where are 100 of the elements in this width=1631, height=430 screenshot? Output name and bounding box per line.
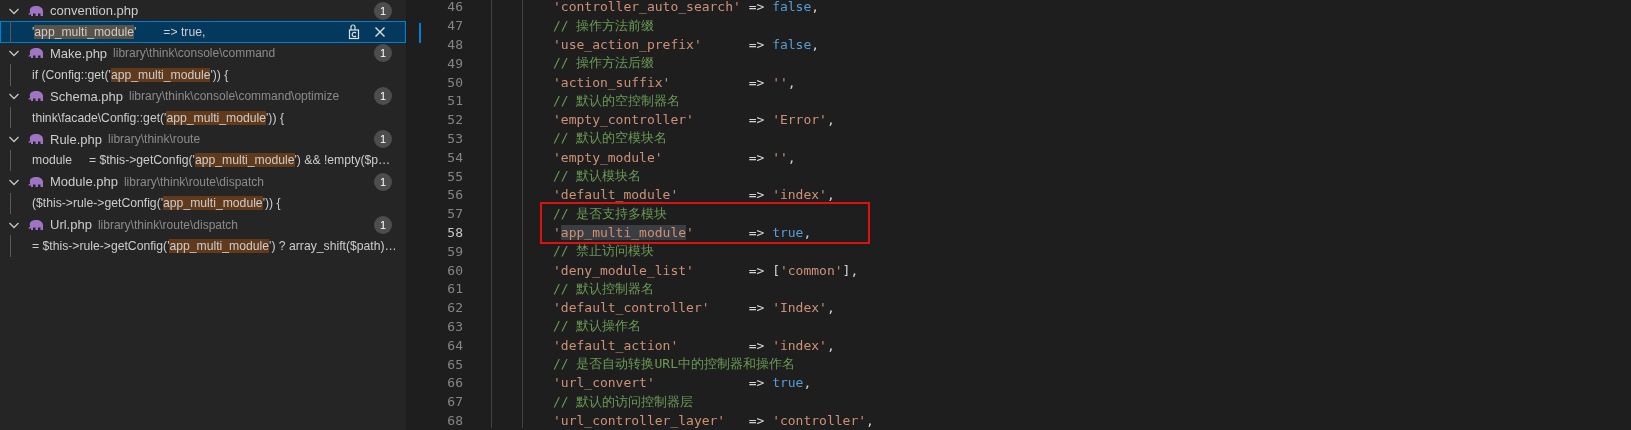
code-comment: // 禁止访问模块: [553, 242, 655, 261]
line-number: 50: [446, 74, 463, 90]
code-token: app_multi_module: [560, 224, 687, 240]
code-token: ,: [787, 74, 796, 90]
match-count-badge: 1: [374, 130, 392, 149]
code-token: =>: [748, 300, 765, 316]
line-number: 63: [446, 318, 463, 334]
line-number: 47: [446, 18, 463, 34]
code-comment: // 是否自动转换URL中的控制器和操作名: [553, 355, 795, 374]
code-comment: // 默认模块名: [553, 167, 642, 186]
line-number: 58: [446, 224, 463, 240]
code-token: ,: [826, 337, 835, 353]
elephant-icon: [28, 175, 44, 188]
line-number: 61: [446, 281, 463, 297]
search-result-item[interactable]: module = $this->getConfig('app_multi_module') && !empty($p…: [0, 149, 406, 172]
code-token: 'deny_module_list': [553, 262, 694, 278]
file-name: Rule.php: [50, 131, 103, 147]
file-name: Make.php: [50, 45, 108, 61]
code-token: 'controller': [772, 412, 867, 428]
elephant-icon: [28, 133, 44, 146]
code-token: 'empty_module': [553, 149, 663, 165]
code-token: 'Error': [772, 112, 827, 128]
code-comment: // 默认的空控制器名: [553, 91, 681, 110]
line-number: 54: [446, 149, 463, 165]
match-count-badge: 1: [374, 1, 392, 20]
code-token: =>: [748, 337, 765, 353]
code-token: =>: [748, 0, 765, 15]
code-comment: // 默认操作名: [553, 317, 642, 336]
code-token: =>: [748, 37, 765, 52]
code-comment: // 是否支持多模块: [553, 204, 668, 223]
code-token: '': [772, 74, 788, 90]
line-number: 46: [446, 0, 463, 15]
code-token: 'use_action_prefix': [553, 37, 702, 52]
code-token: 'Index': [772, 300, 827, 316]
code-comment: // 默认的访问控制器层: [553, 392, 694, 411]
search-result-item[interactable]: think\facade\Config::get('app_multi_module')) {: [0, 106, 406, 129]
file-path: library\think\route\dispatch: [123, 174, 265, 189]
code-token: 'url_controller_layer': [553, 412, 726, 428]
code-token: ': [553, 224, 561, 240]
code-token: 'empty_controller': [553, 112, 694, 128]
code-token: 'url_convert': [553, 375, 655, 391]
code-token: ': [686, 224, 694, 240]
match-count-badge: 1: [374, 215, 392, 234]
code-token: ,: [826, 300, 835, 316]
line-number: 65: [446, 356, 463, 372]
code-token: ,: [787, 149, 796, 165]
line-number: 53: [446, 130, 463, 146]
code-token: 'default_controller': [553, 300, 710, 316]
file-name: Url.php: [50, 217, 92, 233]
code-token: false: [772, 37, 812, 52]
search-result-item[interactable]: 'app_multi_module' => true,: [0, 21, 406, 43]
code-token: ,: [826, 187, 835, 203]
line-number: 59: [446, 243, 463, 259]
code-token: =>: [748, 112, 765, 128]
code-comment: // 操作方法前缀: [553, 16, 655, 35]
code-token: false: [772, 0, 812, 15]
code-token: =>: [748, 187, 765, 203]
code-token: =>: [748, 149, 765, 165]
match-count-badge: 1: [374, 87, 392, 106]
line-number: 49: [446, 55, 463, 71]
line-number: 56: [446, 187, 463, 203]
active-line-marker: [419, 23, 421, 43]
file-path: library\think\route\dispatch: [97, 217, 238, 232]
elephant-icon: [28, 90, 44, 103]
line-number: 64: [446, 337, 463, 353]
line-number: 62: [446, 300, 463, 316]
code-token: 'index': [772, 187, 827, 203]
code-token: =>: [748, 412, 765, 428]
code-token: true: [772, 375, 804, 391]
code-token: =>: [748, 262, 765, 278]
line-number: 68: [446, 412, 463, 428]
code-token: ,: [803, 224, 812, 240]
code-comment: // 默认的空模块名: [553, 129, 668, 148]
code-token: 'controller_auto_search': [553, 0, 741, 15]
search-result-item[interactable]: = $this->rule->getConfig('app_multi_module') ? array_shift($path)…: [0, 235, 406, 257]
code-token: ,: [811, 37, 820, 52]
code-token: =>: [748, 74, 765, 90]
search-result-item[interactable]: if (Config::get('app_multi_module')) {: [0, 64, 406, 86]
search-result-item[interactable]: ($this->rule->getConfig('app_multi_module')) {: [0, 192, 406, 214]
code-token: 'common': [779, 262, 843, 278]
line-number: 57: [446, 206, 463, 222]
code-token: '': [772, 149, 788, 165]
elephant-icon: [28, 218, 44, 231]
line-number: 51: [446, 93, 463, 109]
code-token: =>: [748, 224, 765, 240]
file-name: Module.php: [50, 174, 118, 190]
file-path: library\think\route: [108, 132, 201, 147]
line-number: 66: [446, 375, 463, 391]
match-count-badge: 1: [374, 44, 392, 63]
code-token: [: [772, 262, 780, 278]
code-comment: // 默认控制器名: [553, 279, 655, 298]
code-token: 'action_suffix': [553, 74, 671, 90]
code-token: true: [772, 224, 804, 240]
line-number: 67: [446, 394, 463, 410]
line-number: 48: [446, 37, 463, 52]
line-number: 52: [446, 112, 463, 128]
code-token: ,: [866, 412, 874, 428]
line-number: 60: [446, 262, 463, 278]
file-name: Schema.php: [50, 88, 123, 104]
elephant-icon: [28, 47, 44, 60]
